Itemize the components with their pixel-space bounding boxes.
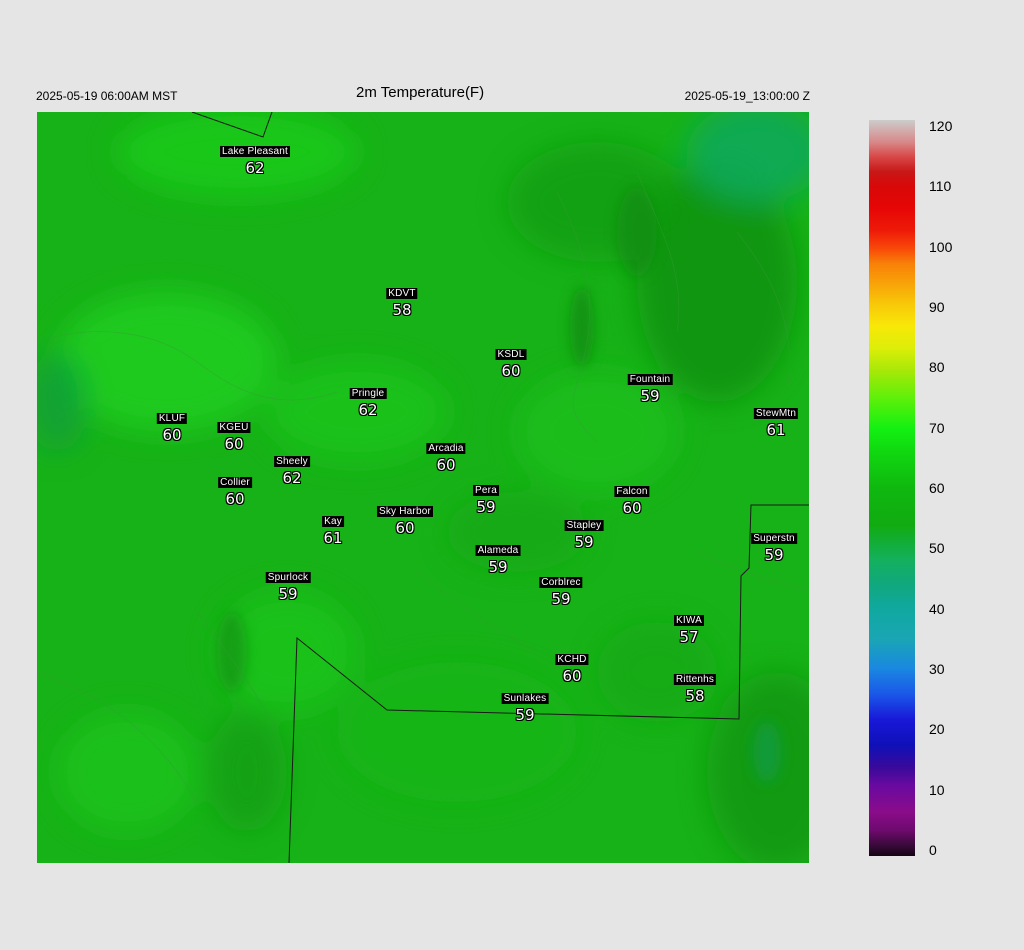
station-temperature: 60 [395,519,415,537]
temperature-field [37,112,809,863]
station-temperature: 62 [245,159,265,177]
station-temperature: 59 [476,498,496,516]
station-name: Arcadia [426,443,466,454]
station-kdvt: KDVT 58 [386,283,418,319]
station-name: Pera [473,485,499,496]
station-name: Superstn [751,533,797,544]
station-name: Alameda [475,545,521,556]
station-temperature: 58 [392,301,412,319]
station-name: Kay [322,516,344,527]
colorbar-tick-label: 60 [929,480,945,496]
station-sky-harbor: Sky Harbor 60 [376,501,434,537]
colorbar-tick-label: 10 [929,781,945,798]
station-name: KGEU [217,422,251,433]
station-name: Sheely [274,456,310,467]
station-temperature: 58 [685,687,705,705]
station-temperature: 60 [562,667,582,685]
station-temperature: 62 [358,401,378,419]
station-kgeu: KGEU 60 [217,417,251,453]
station-collier: Collier 60 [218,472,252,507]
station-stapley: Stapley 59 [564,515,604,551]
temperature-map: Lake Pleasant 62 KDVT 58 KSDL 60 Fountain 59 Pri… [37,112,809,863]
colorbar-tick-label: 50 [929,540,945,557]
station-name: KDVT [386,288,418,299]
station-temperature: 62 [282,469,302,487]
station-temperature: 59 [488,558,508,576]
station-name: KCHD [555,654,589,665]
station-lake-pleasant: Lake Pleasant 62 [220,141,290,176]
colorbar-tick-label: 100 [929,238,953,255]
station-name: Falcon [614,486,650,497]
colorbar-tick-label: 0 [929,842,937,858]
station-temperature: 60 [224,435,244,453]
colorbar-tick-label: 110 [929,178,952,195]
station-temperature: 57 [679,628,699,646]
station-temperature: 59 [515,706,535,724]
station-stewmtn: StewMtn 61 [753,403,799,439]
station-corblrec: Corblrec 59 [539,572,583,608]
station-temperature: 60 [162,426,182,444]
station-temperature: 59 [551,590,571,608]
station-temperature: 60 [622,499,642,517]
station-name: Sunlakes [501,693,549,704]
valid-time-utc: 2025-05-19_13:00:00 Z [684,89,810,103]
station-fountain: Fountain 59 [627,369,673,405]
station-ksdl: KSDL 60 [495,344,527,380]
station-temperature: 61 [766,421,786,439]
station-name: Fountain [627,374,673,385]
station-name: Lake Pleasant [220,146,290,157]
map-title: 2m Temperature(F) [356,84,485,101]
station-kluf: KLUF 60 [156,408,188,444]
colorbar-tick-label: 120 [929,118,953,134]
station-superstn: Superstn 59 [751,528,797,563]
colorbar-tick-label: 80 [929,359,945,376]
station-name: Rittenhs [673,674,717,685]
temperature-colorbar [869,120,915,856]
station-temperature: 60 [501,362,521,380]
station-rittenhs: Rittenhs 58 [673,669,717,705]
station-pringle: Pringle 62 [349,383,387,419]
station-kchd: KCHD 60 [555,649,589,685]
station-name: Spurlock [265,572,311,583]
station-sheely: Sheely 62 [274,451,310,486]
station-name: Collier [218,477,252,488]
station-name: Sky Harbor [376,506,434,517]
colorbar-tick-label: 40 [929,600,945,617]
station-name: Pringle [349,388,387,399]
station-sunlakes: Sunlakes 59 [501,688,549,724]
station-temperature: 61 [323,529,343,547]
station-name: KLUF [156,413,188,424]
station-temperature: 60 [436,456,456,474]
station-name: StewMtn [753,408,799,419]
station-temperature: 59 [764,546,784,564]
station-alameda: Alameda 59 [475,540,521,576]
station-temperature: 59 [640,387,660,405]
colorbar-tick-label: 20 [929,721,945,738]
station-name: KIWA [674,615,704,626]
station-temperature: 59 [278,585,298,603]
station-falcon: Falcon 60 [614,481,650,517]
valid-time-local: 2025-05-19 06:00AM MST [36,89,178,103]
station-name: Corblrec [539,577,583,588]
station-name: KSDL [495,349,527,360]
colorbar-tick-label: 90 [929,299,945,315]
station-kay: Kay 61 [322,511,344,546]
station-pera: Pera 59 [473,480,499,515]
station-spurlock: Spurlock 59 [265,567,311,603]
colorbar-tick-label: 30 [929,661,945,677]
station-kiwa: KIWA 57 [674,610,704,645]
station-temperature: 60 [225,490,245,508]
station-arcadia: Arcadia 60 [426,438,466,474]
station-name: Stapley [564,520,604,531]
station-temperature: 59 [574,533,594,551]
colorbar-tick-label: 70 [929,419,945,436]
